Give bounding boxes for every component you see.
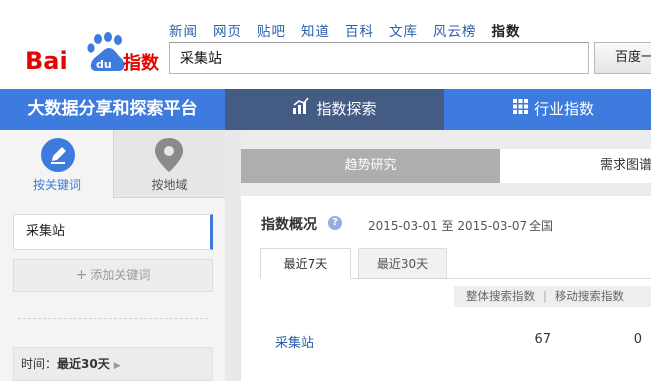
top-nav: 新闻 网页 贴吧 知道 百科 文库 风云榜 指数	[169, 20, 536, 40]
svg-text:du: du	[96, 58, 112, 71]
grid-icon	[512, 89, 528, 130]
baidu-index-logo[interactable]: du Bai 指数	[25, 31, 161, 76]
table-row-overall-index: 67	[534, 332, 551, 347]
bar-chart-icon	[292, 89, 310, 130]
top-nav-baike[interactable]: 百科	[345, 20, 374, 40]
keyword-item[interactable]: 采集站	[13, 214, 213, 250]
baidu-index-page: du Bai 指数 新闻 网页 贴吧 知道 百科 文库 风云榜 指数 百度一下 …	[0, 0, 651, 381]
mode-by-region[interactable]: 按地域	[114, 130, 225, 198]
tab-industry-index-label: 行业指数	[533, 100, 594, 118]
col-overall-search-index: 整体搜索指数	[466, 289, 535, 303]
tab-industry-index[interactable]: 行业指数	[444, 89, 651, 130]
add-keyword-button[interactable]: + 添加关键词	[13, 259, 213, 292]
help-icon[interactable]: ?	[328, 216, 342, 230]
table-header: 整体搜索指数 | 移动搜索指数	[454, 286, 651, 307]
top-nav-tieba[interactable]: 贴吧	[257, 20, 286, 40]
top-nav-index[interactable]: 指数	[492, 20, 521, 40]
col-mobile-search-index: 移动搜索指数	[554, 289, 624, 303]
tab-index-explore[interactable]: 指数探索	[225, 89, 444, 130]
header: du Bai 指数 新闻 网页 贴吧 知道 百科 文库 风云榜 指数 百度一下	[0, 0, 651, 89]
add-keyword-label: 添加关键词	[90, 268, 151, 282]
panel-gutter	[225, 130, 241, 381]
svg-text:指数: 指数	[123, 52, 160, 74]
tab-demand-graph[interactable]: 需求图谱	[500, 149, 651, 183]
top-nav-zhidao[interactable]: 知道	[301, 20, 330, 40]
svg-text:Bai: Bai	[25, 47, 68, 75]
top-nav-web[interactable]: 网页	[213, 20, 242, 40]
top-nav-fengyunbang[interactable]: 风云榜	[433, 20, 477, 40]
main-nav-bar: 大数据分享和探索平台 指数探索 行业指数	[0, 89, 651, 130]
mode-by-region-label: 按地域	[151, 178, 188, 192]
range-tab-30-days[interactable]: 最近30天	[358, 248, 447, 279]
slogan: 大数据分享和探索平台	[27, 99, 198, 119]
overview-title: 指数概况	[261, 217, 317, 233]
plus-icon: +	[75, 267, 88, 283]
table-row-mobile-index: 0	[633, 332, 642, 347]
sidebar: 按关键词 按地域 采集站 + 添加关键词 时间：最近30天 ▶	[0, 130, 225, 381]
content-area: 趋势研究 需求图谱 指数概况 ? 2015-03-01 至 2015-03-07…	[241, 130, 651, 381]
time-filter-value: 最近30天	[57, 357, 110, 371]
search-input[interactable]	[169, 42, 589, 74]
time-filter[interactable]: 时间：最近30天 ▶	[13, 347, 213, 381]
overview-region: 全国	[529, 219, 554, 233]
table-row-keyword[interactable]: 采集站	[275, 332, 314, 351]
top-nav-news[interactable]: 新闻	[169, 20, 198, 40]
caret-right-icon: ▶	[113, 361, 121, 371]
time-filter-label: 时间：	[21, 357, 58, 371]
search-button[interactable]: 百度一下	[594, 42, 651, 74]
mode-by-keyword[interactable]: 按关键词	[0, 130, 114, 198]
top-nav-wenku[interactable]: 文库	[389, 20, 418, 40]
tab-index-explore-label: 指数探索	[316, 100, 377, 118]
sidebar-divider	[18, 318, 208, 319]
mode-by-keyword-label: 按关键词	[32, 178, 81, 192]
location-pin-icon	[152, 136, 186, 177]
edit-keyword-icon	[41, 138, 75, 172]
index-overview-card: 指数概况 ? 2015-03-01 至 2015-03-07 全国 最近7天 最…	[241, 196, 651, 381]
range-tab-7-days[interactable]: 最近7天	[260, 248, 351, 279]
overview-date-range: 2015-03-01 至 2015-03-07	[368, 219, 528, 233]
tab-trend-research[interactable]: 趋势研究	[241, 149, 500, 183]
